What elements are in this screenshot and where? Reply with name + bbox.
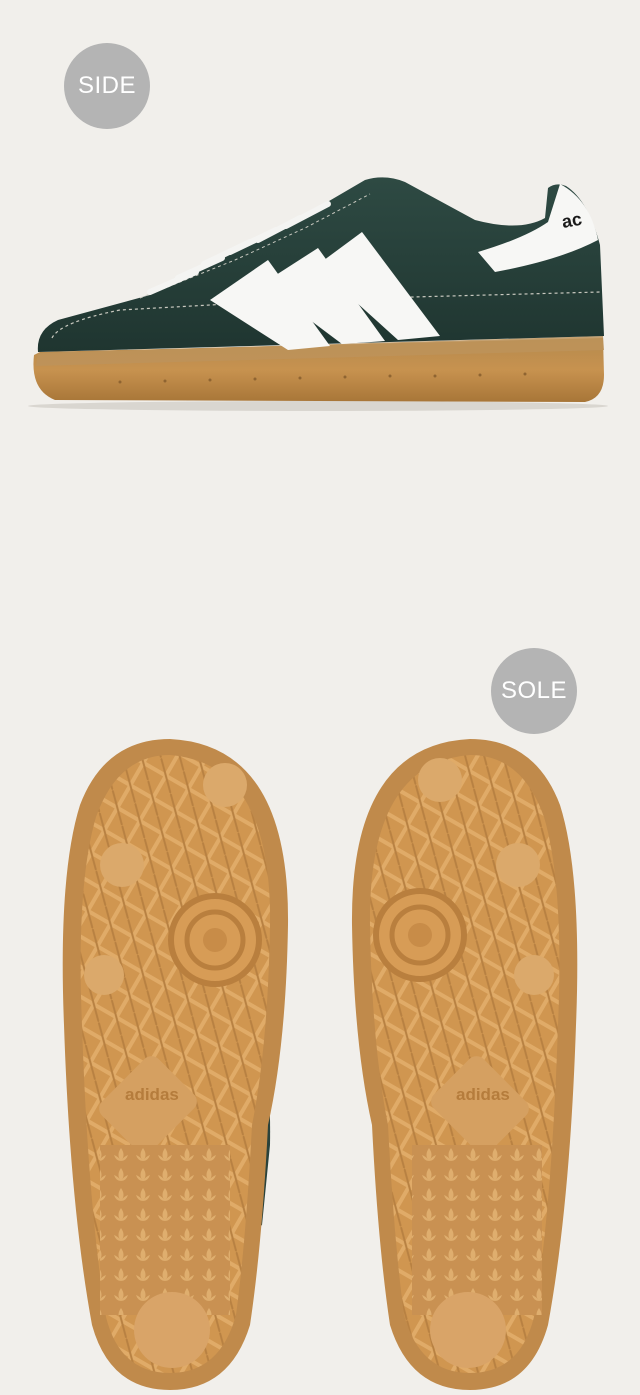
trefoil-tread xyxy=(100,1145,230,1315)
left-sole-logo: adidas xyxy=(125,1085,179,1104)
tongue-logo: ac xyxy=(560,209,583,232)
sole-label-badge: SOLE xyxy=(491,648,577,734)
trefoil-tread-right xyxy=(412,1145,542,1315)
right-sole-logo: adidas xyxy=(456,1085,510,1104)
left-sole: adidas xyxy=(62,739,289,1390)
shoe-side-view: ac xyxy=(28,177,608,411)
side-label-badge: SIDE xyxy=(64,43,150,129)
ground-shadow xyxy=(28,401,608,411)
soles-bottom-view: adidas adidas xyxy=(62,739,578,1390)
right-sole: adidas xyxy=(351,739,578,1390)
